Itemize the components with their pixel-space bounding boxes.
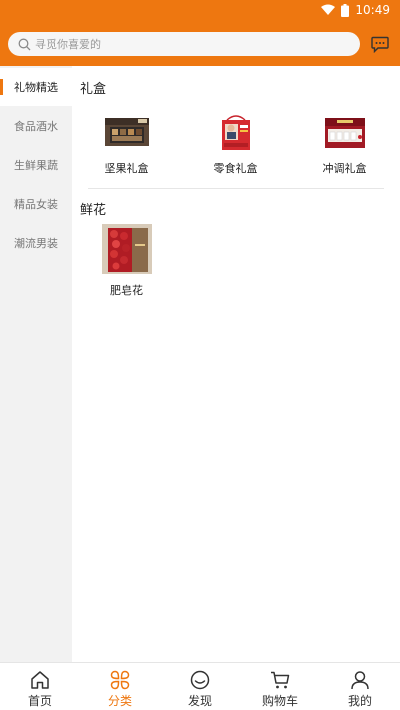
soap-flower-box-image [101,224,152,274]
status-time: 10:49 [355,3,390,17]
gift-box-grid: 坚果礼盒 零食礼盒 冲调礼盒 [72,112,400,176]
sidebar-item-label: 礼物精选 [14,81,58,94]
sidebar-item-womens-wear[interactable]: 精品女装 [0,184,72,223]
search-icon [18,38,31,50]
status-bar: 10:49 [0,0,400,24]
message-button[interactable] [368,32,392,56]
discover-icon [190,670,210,690]
category-icon [110,670,130,690]
product-label: 肥皂花 [110,284,143,297]
category-content: 礼盒 坚果礼盒 零食礼盒 冲调礼盒 鲜花 肥皂花 [72,66,400,662]
tab-profile[interactable]: 我的 [320,663,400,710]
nut-gift-box-image [101,112,152,152]
product-snack-gift-box[interactable]: 零食礼盒 [181,112,290,176]
bottom-tab-bar: 首页 分类 发现 购物车 我的 [0,662,400,710]
tab-label: 发现 [187,694,212,708]
product-nut-gift-box[interactable]: 坚果礼盒 [72,112,181,176]
sidebar-item-mens-wear[interactable]: 潮流男装 [0,223,72,262]
wifi-icon [321,4,336,15]
sidebar-item-label: 食品酒水 [14,119,58,133]
section-divider [88,188,384,189]
tab-label: 购物车 [261,694,298,708]
snack-gift-bag-image [210,112,261,152]
flower-grid: 肥皂花 [72,224,400,298]
sidebar-item-label: 生鲜果蔬 [14,158,58,172]
product-label: 零食礼盒 [213,162,258,175]
home-icon [31,671,49,689]
search-input[interactable]: 寻觅你喜爱的 [8,32,360,56]
product-drink-gift-box[interactable]: 冲调礼盒 [290,112,399,176]
tab-label: 分类 [107,694,132,708]
message-icon [371,36,389,53]
sidebar-item-food-drinks[interactable]: 食品酒水 [0,106,72,145]
tab-cart[interactable]: 购物车 [240,663,320,710]
battery-icon [341,3,350,17]
tab-label: 首页 [27,694,52,708]
tab-label: 我的 [347,694,372,708]
section-title: 鲜花 [80,203,107,218]
sidebar-item-gifts[interactable]: 礼物精选 [0,68,72,106]
profile-icon [351,671,369,690]
search-placeholder: 寻觅你喜爱的 [35,38,101,51]
section-title: 礼盒 [80,82,107,97]
cart-icon [271,671,290,689]
sidebar-item-label: 潮流男装 [14,236,58,250]
category-sidebar: 礼物精选 食品酒水 生鲜果蔬 精品女装 潮流男装 [0,66,72,662]
product-label: 坚果礼盒 [104,162,149,175]
drink-gift-box-image [319,112,370,152]
sidebar-item-fresh-produce[interactable]: 生鲜果蔬 [0,145,72,184]
sidebar-item-label: 精品女装 [14,197,58,211]
product-soap-flower[interactable]: 肥皂花 [72,224,181,298]
tab-category[interactable]: 分类 [80,663,160,710]
product-label: 冲调礼盒 [322,162,367,175]
header: 寻觅你喜爱的 [0,24,400,66]
tab-home[interactable]: 首页 [0,663,80,710]
status-icons: 10:49 [321,3,390,17]
tab-discover[interactable]: 发现 [160,663,240,710]
